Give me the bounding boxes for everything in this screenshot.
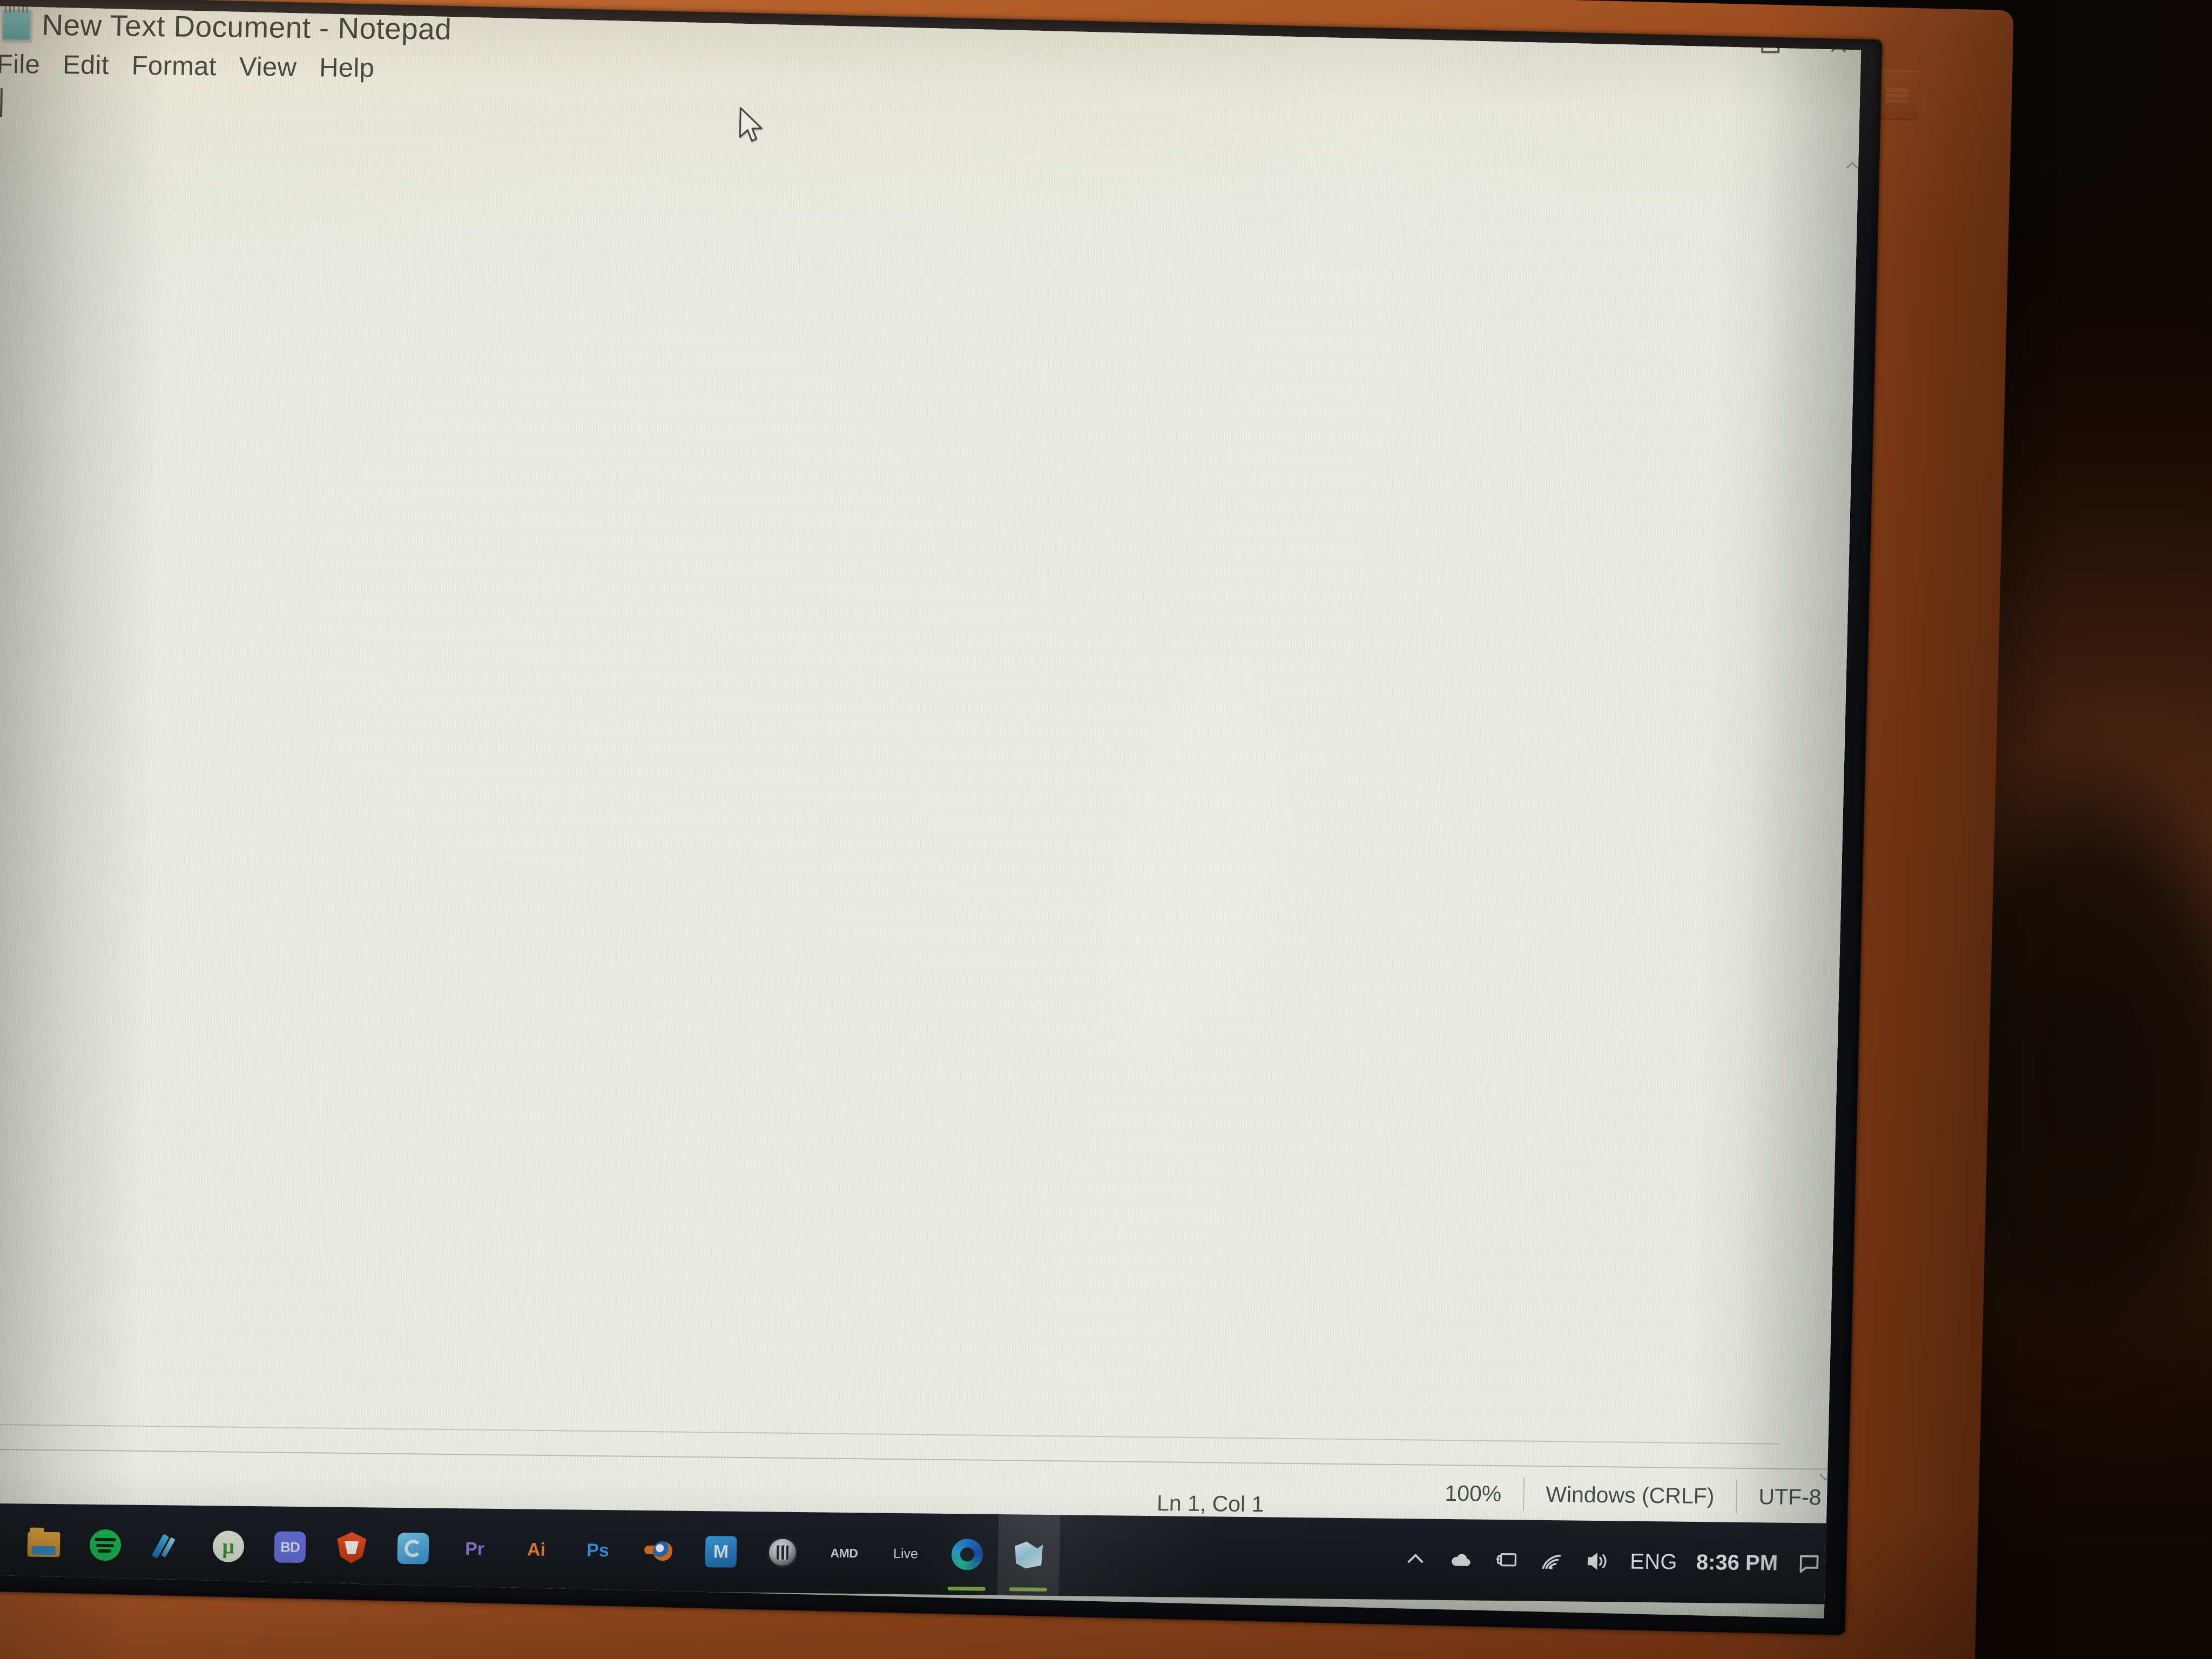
photo-scene: FlexScan L767 xyxy=(0,0,2212,1659)
monitor-sheen-overlay xyxy=(0,0,2014,1659)
monitor-body: FlexScan L767 xyxy=(0,0,2014,1659)
